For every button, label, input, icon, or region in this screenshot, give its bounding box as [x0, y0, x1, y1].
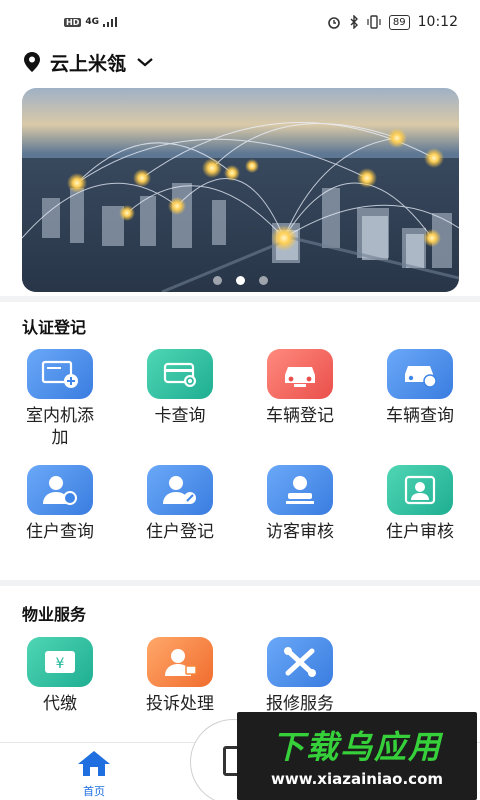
status-time: 10:12 [417, 14, 458, 30]
city-network-image [22, 88, 459, 292]
resident-register-icon [147, 465, 213, 515]
signal-strength-icon [103, 17, 117, 27]
tile-indoor-unit-add[interactable]: 室内机添加 [5, 349, 115, 449]
carousel-dot-active[interactable] [236, 276, 245, 285]
vibrate-icon [367, 15, 381, 29]
tile-resident-register[interactable]: 住户登记 [125, 465, 235, 543]
signal-type: 4G [85, 17, 99, 27]
svg-text:¥: ¥ [56, 656, 65, 672]
watermark-url: www.xiazainiao.com [270, 770, 444, 788]
section-divider [0, 296, 480, 302]
status-bar: HD 4G 89 10:12 [0, 0, 480, 44]
tile-label: 投诉处理 [146, 694, 214, 714]
nav-home[interactable]: 首页 [66, 749, 122, 799]
resident-review-icon [387, 465, 453, 515]
hd-badge: HD [64, 17, 82, 27]
network-indicators: HD 4G [64, 17, 117, 27]
location-selector[interactable]: 云上米瓴 [24, 48, 154, 76]
tile-repair[interactable]: 报修服务 [245, 637, 355, 715]
section-title-property: 物业服务 [22, 605, 87, 624]
indoor-unit-icon [27, 349, 93, 399]
watermark-title: 下载乌应用 [271, 728, 442, 766]
car-search-icon [387, 349, 453, 399]
tile-label: 车辆登记 [266, 406, 334, 426]
alarm-icon [328, 17, 340, 29]
tile-car-register[interactable]: 车辆登记 [245, 349, 355, 427]
tile-payment[interactable]: ¥ 代缴 [5, 637, 115, 715]
tile-complaint[interactable]: 投诉处理 [125, 637, 235, 715]
tile-visitor-review[interactable]: 访客审核 [245, 465, 355, 543]
repair-icon [267, 637, 333, 687]
tile-label: 代缴 [43, 694, 77, 714]
chevron-down-icon [137, 58, 153, 67]
location-pin-icon [24, 52, 40, 72]
tile-label: 住户审核 [386, 522, 454, 542]
tile-resident-search[interactable]: 住户查询 [5, 465, 115, 543]
tile-label: 住户登记 [146, 522, 214, 542]
tile-label: 住户查询 [26, 522, 94, 542]
resident-search-icon [27, 465, 93, 515]
tile-label: 车辆查询 [386, 406, 454, 426]
carousel-dot[interactable] [213, 276, 222, 285]
status-right: 89 10:12 [327, 14, 458, 30]
section-divider [0, 580, 480, 586]
location-name: 云上米瓴 [50, 52, 127, 75]
car-register-icon [267, 349, 333, 399]
tile-car-search[interactable]: 车辆查询 [365, 349, 475, 427]
nav-home-label: 首页 [83, 785, 105, 798]
carousel-dots [22, 276, 459, 285]
tile-resident-review[interactable]: 住户审核 [365, 465, 475, 543]
tile-label: 室内机添加 [26, 406, 94, 448]
carousel-dot[interactable] [259, 276, 268, 285]
bluetooth-icon [350, 15, 358, 29]
section-title-cert: 认证登记 [22, 318, 87, 337]
battery-indicator: 89 [388, 14, 410, 30]
complaint-icon [147, 637, 213, 687]
card-search-icon [147, 349, 213, 399]
tile-label: 卡查询 [154, 406, 206, 426]
home-icon [78, 751, 110, 776]
payment-icon: ¥ [27, 637, 93, 687]
banner-carousel[interactable] [22, 88, 459, 292]
tile-card-search[interactable]: 卡查询 [125, 349, 235, 427]
watermark-logo: 下载乌应用 www.xiazainiao.com [237, 712, 477, 800]
tile-label: 访客审核 [266, 522, 334, 542]
visitor-review-icon [267, 465, 333, 515]
